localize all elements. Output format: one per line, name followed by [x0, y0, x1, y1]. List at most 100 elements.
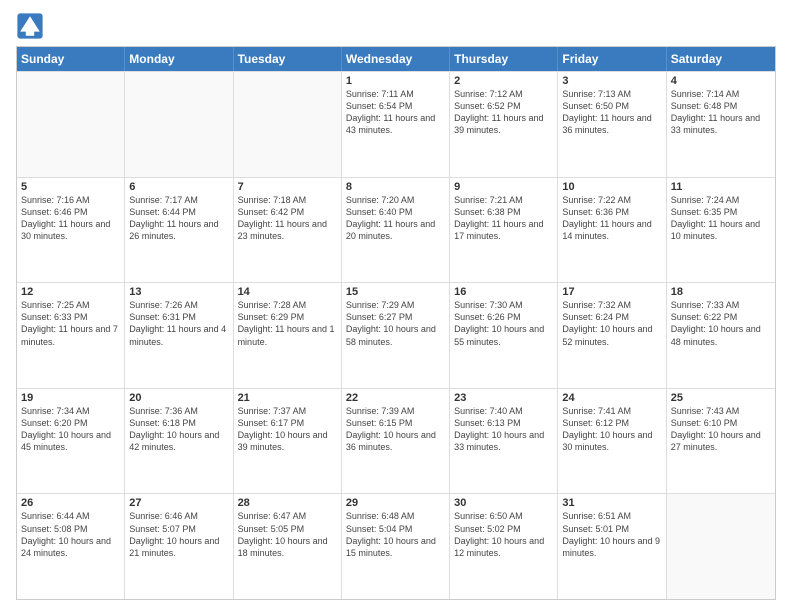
- week-row-2: 5Sunrise: 7:16 AM Sunset: 6:46 PM Daylig…: [17, 177, 775, 283]
- day-number: 7: [238, 181, 337, 193]
- day-cell-10: 10Sunrise: 7:22 AM Sunset: 6:36 PM Dayli…: [558, 178, 666, 283]
- day-info: Sunrise: 7:39 AM Sunset: 6:15 PM Dayligh…: [346, 405, 445, 454]
- day-number: 20: [129, 392, 228, 404]
- day-cell-3: 3Sunrise: 7:13 AM Sunset: 6:50 PM Daylig…: [558, 72, 666, 177]
- day-info: Sunrise: 7:18 AM Sunset: 6:42 PM Dayligh…: [238, 194, 337, 243]
- day-info: Sunrise: 7:41 AM Sunset: 6:12 PM Dayligh…: [562, 405, 661, 454]
- day-info: Sunrise: 7:26 AM Sunset: 6:31 PM Dayligh…: [129, 299, 228, 348]
- day-number: 11: [671, 181, 771, 193]
- day-header-friday: Friday: [558, 47, 666, 71]
- day-number: 27: [129, 497, 228, 509]
- day-cell-18: 18Sunrise: 7:33 AM Sunset: 6:22 PM Dayli…: [667, 283, 775, 388]
- day-info: Sunrise: 6:46 AM Sunset: 5:07 PM Dayligh…: [129, 510, 228, 559]
- day-number: 3: [562, 75, 661, 87]
- day-number: 15: [346, 286, 445, 298]
- day-cell-13: 13Sunrise: 7:26 AM Sunset: 6:31 PM Dayli…: [125, 283, 233, 388]
- day-number: 9: [454, 181, 553, 193]
- logo: [16, 12, 46, 40]
- day-cell-19: 19Sunrise: 7:34 AM Sunset: 6:20 PM Dayli…: [17, 389, 125, 494]
- day-header-saturday: Saturday: [667, 47, 775, 71]
- day-info: Sunrise: 7:33 AM Sunset: 6:22 PM Dayligh…: [671, 299, 771, 348]
- day-info: Sunrise: 7:17 AM Sunset: 6:44 PM Dayligh…: [129, 194, 228, 243]
- day-cell-22: 22Sunrise: 7:39 AM Sunset: 6:15 PM Dayli…: [342, 389, 450, 494]
- day-number: 10: [562, 181, 661, 193]
- day-header-monday: Monday: [125, 47, 233, 71]
- day-info: Sunrise: 7:16 AM Sunset: 6:46 PM Dayligh…: [21, 194, 120, 243]
- day-info: Sunrise: 7:28 AM Sunset: 6:29 PM Dayligh…: [238, 299, 337, 348]
- day-cell-9: 9Sunrise: 7:21 AM Sunset: 6:38 PM Daylig…: [450, 178, 558, 283]
- day-cell-2: 2Sunrise: 7:12 AM Sunset: 6:52 PM Daylig…: [450, 72, 558, 177]
- day-cell-16: 16Sunrise: 7:30 AM Sunset: 6:26 PM Dayli…: [450, 283, 558, 388]
- calendar-header: SundayMondayTuesdayWednesdayThursdayFrid…: [17, 47, 775, 71]
- week-row-5: 26Sunrise: 6:44 AM Sunset: 5:08 PM Dayli…: [17, 493, 775, 599]
- day-number: 1: [346, 75, 445, 87]
- day-number: 28: [238, 497, 337, 509]
- empty-cell: [17, 72, 125, 177]
- day-number: 22: [346, 392, 445, 404]
- day-info: Sunrise: 7:25 AM Sunset: 6:33 PM Dayligh…: [21, 299, 120, 348]
- logo-icon: [16, 12, 44, 40]
- day-number: 25: [671, 392, 771, 404]
- day-header-sunday: Sunday: [17, 47, 125, 71]
- day-info: Sunrise: 7:32 AM Sunset: 6:24 PM Dayligh…: [562, 299, 661, 348]
- day-info: Sunrise: 6:50 AM Sunset: 5:02 PM Dayligh…: [454, 510, 553, 559]
- day-number: 4: [671, 75, 771, 87]
- day-cell-21: 21Sunrise: 7:37 AM Sunset: 6:17 PM Dayli…: [234, 389, 342, 494]
- day-info: Sunrise: 6:47 AM Sunset: 5:05 PM Dayligh…: [238, 510, 337, 559]
- week-row-4: 19Sunrise: 7:34 AM Sunset: 6:20 PM Dayli…: [17, 388, 775, 494]
- page: SundayMondayTuesdayWednesdayThursdayFrid…: [0, 0, 792, 612]
- calendar: SundayMondayTuesdayWednesdayThursdayFrid…: [16, 46, 776, 600]
- day-number: 16: [454, 286, 553, 298]
- day-info: Sunrise: 7:34 AM Sunset: 6:20 PM Dayligh…: [21, 405, 120, 454]
- day-header-tuesday: Tuesday: [234, 47, 342, 71]
- day-cell-29: 29Sunrise: 6:48 AM Sunset: 5:04 PM Dayli…: [342, 494, 450, 599]
- day-header-thursday: Thursday: [450, 47, 558, 71]
- day-number: 19: [21, 392, 120, 404]
- day-number: 30: [454, 497, 553, 509]
- day-cell-30: 30Sunrise: 6:50 AM Sunset: 5:02 PM Dayli…: [450, 494, 558, 599]
- day-info: Sunrise: 7:43 AM Sunset: 6:10 PM Dayligh…: [671, 405, 771, 454]
- day-number: 8: [346, 181, 445, 193]
- day-info: Sunrise: 7:22 AM Sunset: 6:36 PM Dayligh…: [562, 194, 661, 243]
- day-info: Sunrise: 7:30 AM Sunset: 6:26 PM Dayligh…: [454, 299, 553, 348]
- day-info: Sunrise: 7:11 AM Sunset: 6:54 PM Dayligh…: [346, 88, 445, 137]
- day-info: Sunrise: 7:21 AM Sunset: 6:38 PM Dayligh…: [454, 194, 553, 243]
- day-cell-23: 23Sunrise: 7:40 AM Sunset: 6:13 PM Dayli…: [450, 389, 558, 494]
- day-info: Sunrise: 7:20 AM Sunset: 6:40 PM Dayligh…: [346, 194, 445, 243]
- day-number: 21: [238, 392, 337, 404]
- empty-cell: [667, 494, 775, 599]
- week-row-3: 12Sunrise: 7:25 AM Sunset: 6:33 PM Dayli…: [17, 282, 775, 388]
- day-number: 2: [454, 75, 553, 87]
- empty-cell: [234, 72, 342, 177]
- day-info: Sunrise: 7:14 AM Sunset: 6:48 PM Dayligh…: [671, 88, 771, 137]
- empty-cell: [125, 72, 233, 177]
- day-cell-17: 17Sunrise: 7:32 AM Sunset: 6:24 PM Dayli…: [558, 283, 666, 388]
- day-cell-6: 6Sunrise: 7:17 AM Sunset: 6:44 PM Daylig…: [125, 178, 233, 283]
- day-info: Sunrise: 6:51 AM Sunset: 5:01 PM Dayligh…: [562, 510, 661, 559]
- day-cell-20: 20Sunrise: 7:36 AM Sunset: 6:18 PM Dayli…: [125, 389, 233, 494]
- day-number: 14: [238, 286, 337, 298]
- day-info: Sunrise: 7:13 AM Sunset: 6:50 PM Dayligh…: [562, 88, 661, 137]
- day-cell-12: 12Sunrise: 7:25 AM Sunset: 6:33 PM Dayli…: [17, 283, 125, 388]
- week-row-1: 1Sunrise: 7:11 AM Sunset: 6:54 PM Daylig…: [17, 71, 775, 177]
- day-cell-24: 24Sunrise: 7:41 AM Sunset: 6:12 PM Dayli…: [558, 389, 666, 494]
- day-number: 29: [346, 497, 445, 509]
- day-number: 13: [129, 286, 228, 298]
- day-info: Sunrise: 7:24 AM Sunset: 6:35 PM Dayligh…: [671, 194, 771, 243]
- day-number: 23: [454, 392, 553, 404]
- day-info: Sunrise: 7:40 AM Sunset: 6:13 PM Dayligh…: [454, 405, 553, 454]
- day-cell-28: 28Sunrise: 6:47 AM Sunset: 5:05 PM Dayli…: [234, 494, 342, 599]
- day-number: 17: [562, 286, 661, 298]
- day-info: Sunrise: 6:48 AM Sunset: 5:04 PM Dayligh…: [346, 510, 445, 559]
- day-cell-7: 7Sunrise: 7:18 AM Sunset: 6:42 PM Daylig…: [234, 178, 342, 283]
- day-cell-27: 27Sunrise: 6:46 AM Sunset: 5:07 PM Dayli…: [125, 494, 233, 599]
- day-number: 26: [21, 497, 120, 509]
- day-cell-14: 14Sunrise: 7:28 AM Sunset: 6:29 PM Dayli…: [234, 283, 342, 388]
- day-cell-4: 4Sunrise: 7:14 AM Sunset: 6:48 PM Daylig…: [667, 72, 775, 177]
- calendar-body: 1Sunrise: 7:11 AM Sunset: 6:54 PM Daylig…: [17, 71, 775, 599]
- day-cell-26: 26Sunrise: 6:44 AM Sunset: 5:08 PM Dayli…: [17, 494, 125, 599]
- day-info: Sunrise: 7:12 AM Sunset: 6:52 PM Dayligh…: [454, 88, 553, 137]
- day-cell-15: 15Sunrise: 7:29 AM Sunset: 6:27 PM Dayli…: [342, 283, 450, 388]
- day-number: 12: [21, 286, 120, 298]
- day-header-wednesday: Wednesday: [342, 47, 450, 71]
